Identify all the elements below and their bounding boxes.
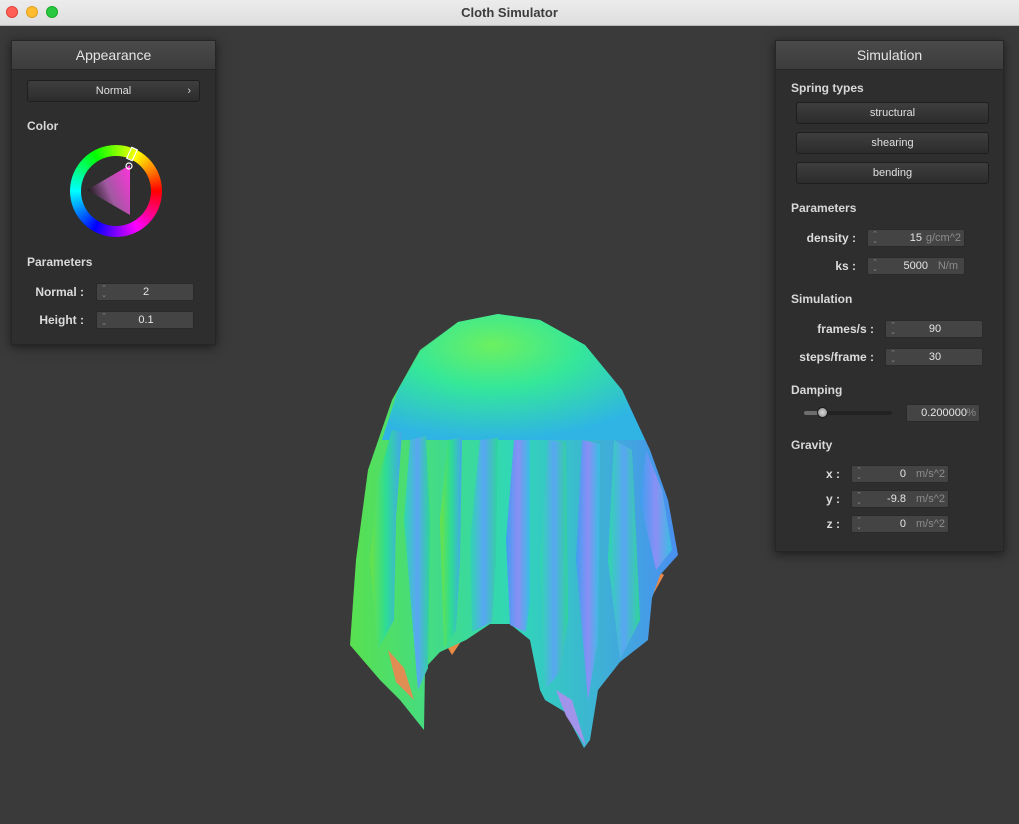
chevron-right-icon: › [187,85,191,97]
color-wheel[interactable] [70,145,162,237]
density-input[interactable]: ⌃ ⌄ 15 g/cm^2 [867,229,965,247]
damping-slider-knob[interactable] [816,407,828,418]
stepper-icon[interactable]: ⌃ ⌄ [855,492,863,506]
gravity-z-label: z : [826,517,840,531]
color-triangle[interactable] [70,145,162,237]
simulation-section-label: Simulation [791,292,853,306]
stepper-icon[interactable]: ⌃ ⌄ [855,517,863,531]
normal-input[interactable]: ⌃ ⌄ 2 [96,283,194,301]
gravity-x-label: x : [825,467,840,481]
appearance-panel: Appearance Normal › Color Parameters Nor… [11,40,216,345]
simulation-panel: Simulation Spring types structural shear… [775,40,1004,552]
window-title: Cloth Simulator [461,5,558,20]
gravity-label: Gravity [791,438,833,452]
density-label: density : [806,231,856,245]
stepper-icon[interactable]: ⌃ ⌄ [871,259,879,273]
height-input[interactable]: ⌃ ⌄ 0.1 [96,311,194,329]
damping-input[interactable]: 0.200000 % [906,404,980,422]
appearance-panel-title: Appearance [12,41,215,70]
gravity-z-input[interactable]: ⌃ ⌄ 0 m/s^2 [851,515,949,533]
simulation-panel-title: Simulation [776,41,1003,70]
color-label: Color [27,119,59,133]
title-bar: Cloth Simulator [0,0,1019,26]
ks-label: ks : [835,259,856,273]
appearance-parameters-label: Parameters [27,255,93,269]
normal-label: Normal : [35,285,84,299]
shader-select-value: Normal [95,85,132,97]
steps-label: steps/frame : [799,350,874,364]
shader-select[interactable]: Normal › [27,80,200,102]
height-label: Height : [39,313,84,327]
frames-input[interactable]: ⌃ ⌄ 90 [885,320,983,338]
spring-types-label: Spring types [791,81,864,95]
bending-spring-button[interactable]: bending [796,162,989,184]
gravity-y-input[interactable]: ⌃ ⌄ -9.8 m/s^2 [851,490,949,508]
shearing-spring-button[interactable]: shearing [796,132,989,154]
gravity-x-input[interactable]: ⌃ ⌄ 0 m/s^2 [851,465,949,483]
sim-parameters-label: Parameters [791,201,857,215]
damping-slider[interactable] [804,407,892,418]
frames-label: frames/s : [817,322,874,336]
structural-spring-button[interactable]: structural [796,102,989,124]
steps-input[interactable]: ⌃ ⌄ 30 [885,348,983,366]
ks-input[interactable]: ⌃ ⌄ 5000 N/m [867,257,965,275]
stepper-icon[interactable]: ⌃ ⌄ [871,231,879,245]
damping-label: Damping [791,383,843,397]
stepper-icon[interactable]: ⌃ ⌄ [855,467,863,481]
gravity-y-label: y : [825,492,840,506]
